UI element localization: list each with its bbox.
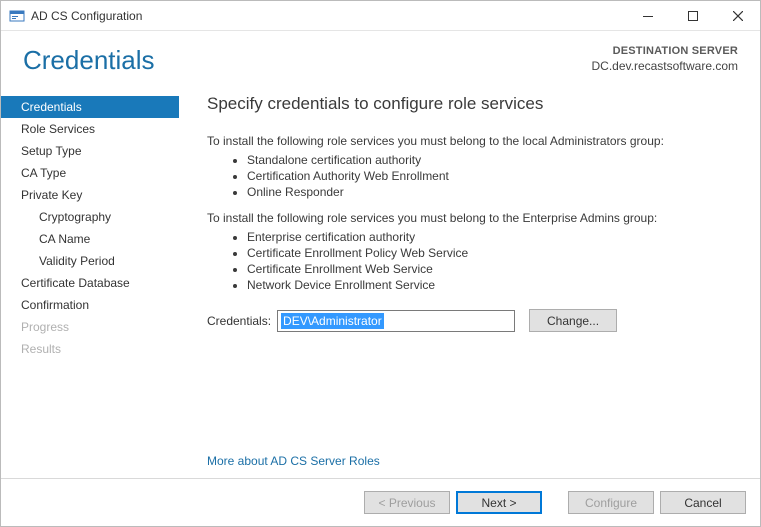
sidebar-item-setup-type[interactable]: Setup Type [1, 140, 179, 162]
list-item: Enterprise certification authority [247, 229, 742, 245]
titlebar: AD CS Configuration [1, 1, 760, 31]
destination-server: DC.dev.recastsoftware.com [592, 59, 739, 73]
list-enterprise-admins: Enterprise certification authority Certi… [207, 229, 742, 294]
sidebar-item-certificate-database[interactable]: Certificate Database [1, 272, 179, 294]
sidebar-item-results: Results [1, 338, 179, 360]
list-item: Certificate Enrollment Web Service [247, 261, 742, 277]
window-controls [625, 1, 760, 30]
footer: < Previous Next > Configure Cancel [1, 478, 760, 526]
sidebar-item-confirmation[interactable]: Confirmation [1, 294, 179, 316]
content-heading: Specify credentials to configure role se… [207, 94, 742, 114]
list-item: Certification Authority Web Enrollment [247, 168, 742, 184]
sidebar: Credentials Role Services Setup Type CA … [1, 94, 179, 478]
minimize-button[interactable] [625, 1, 670, 30]
sidebar-item-private-key[interactable]: Private Key [1, 184, 179, 206]
content-area: Specify credentials to configure role se… [179, 94, 752, 478]
credentials-row: Credentials: DEV\Administrator Change... [207, 309, 742, 332]
content-para-local-admins: To install the following role services y… [207, 134, 742, 148]
list-item: Certificate Enrollment Policy Web Servic… [247, 245, 742, 261]
cancel-button[interactable]: Cancel [660, 491, 746, 514]
more-about-link[interactable]: More about AD CS Server Roles [207, 454, 380, 468]
destination-block: DESTINATION SERVER DC.dev.recastsoftware… [592, 45, 739, 76]
credentials-value: DEV\Administrator [281, 313, 384, 329]
sidebar-item-ca-name[interactable]: CA Name [1, 228, 179, 250]
window-title: AD CS Configuration [31, 9, 625, 23]
close-button[interactable] [715, 1, 760, 30]
sidebar-item-ca-type[interactable]: CA Type [1, 162, 179, 184]
previous-button: < Previous [364, 491, 450, 514]
change-button[interactable]: Change... [529, 309, 617, 332]
sidebar-item-role-services[interactable]: Role Services [1, 118, 179, 140]
list-local-admins: Standalone certification authority Certi… [207, 152, 742, 201]
configure-button: Configure [568, 491, 654, 514]
destination-label: DESTINATION SERVER [592, 45, 739, 57]
next-button[interactable]: Next > [456, 491, 542, 514]
maximize-button[interactable] [670, 1, 715, 30]
page-title: Credentials [23, 45, 155, 76]
content-para-enterprise-admins: To install the following role services y… [207, 211, 742, 225]
credentials-label: Credentials: [207, 314, 271, 328]
sidebar-item-progress: Progress [1, 316, 179, 338]
header-area: Credentials DESTINATION SERVER DC.dev.re… [1, 31, 760, 94]
sidebar-item-cryptography[interactable]: Cryptography [1, 206, 179, 228]
credentials-input[interactable]: DEV\Administrator [277, 310, 515, 332]
sidebar-item-credentials[interactable]: Credentials [1, 96, 179, 118]
list-item: Standalone certification authority [247, 152, 742, 168]
main-area: Credentials Role Services Setup Type CA … [1, 94, 760, 478]
list-item: Online Responder [247, 184, 742, 200]
sidebar-item-validity-period[interactable]: Validity Period [1, 250, 179, 272]
app-icon [9, 8, 25, 24]
list-item: Network Device Enrollment Service [247, 277, 742, 293]
